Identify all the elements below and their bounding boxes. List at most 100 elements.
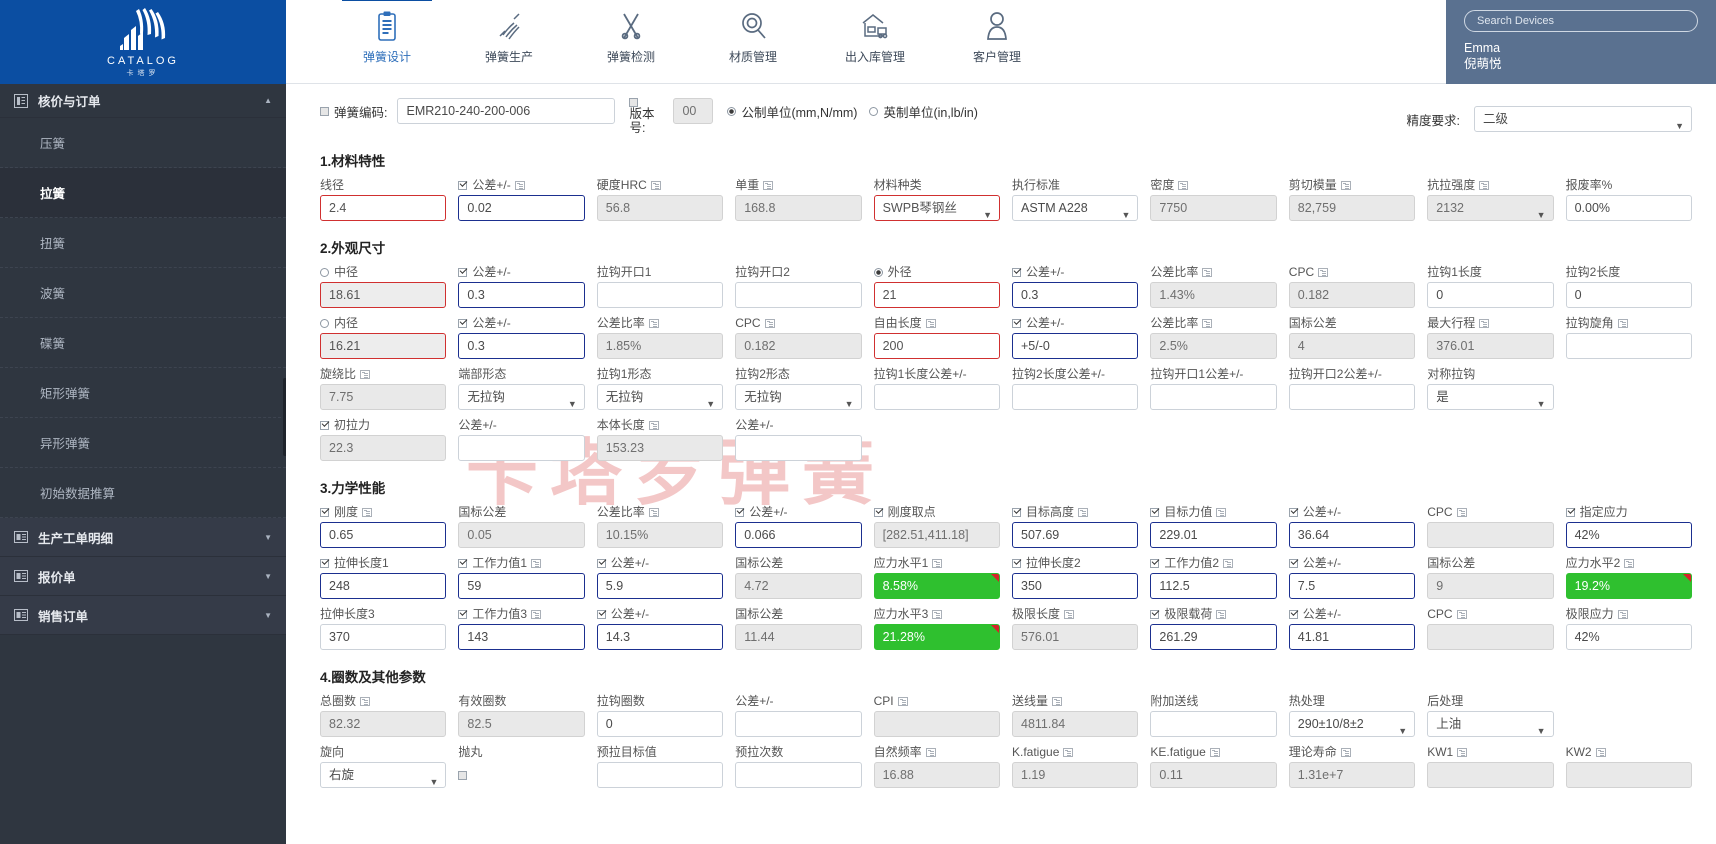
field-input[interactable]: 229.01 <box>1150 522 1277 548</box>
calc-icon[interactable] <box>764 319 775 328</box>
field-input[interactable]: 2.5% <box>1150 333 1277 359</box>
field-input[interactable]: 无拉钩 ▼ <box>735 384 862 410</box>
calc-icon[interactable] <box>531 559 542 568</box>
field-input[interactable]: 7.5 <box>1288 573 1416 599</box>
field-input[interactable]: 42% <box>1565 624 1692 650</box>
field-input[interactable]: 22.3 <box>320 435 447 461</box>
field-input[interactable]: 2.4 <box>320 195 447 221</box>
field-checkbox[interactable] <box>458 181 468 190</box>
calc-icon[interactable] <box>1064 610 1075 619</box>
field-input[interactable]: 350 <box>1012 573 1139 599</box>
calc-icon[interactable] <box>897 697 908 706</box>
field-radio[interactable] <box>873 268 883 277</box>
field-checkbox[interactable] <box>1150 610 1160 619</box>
calc-icon[interactable] <box>932 610 943 619</box>
field-input[interactable]: 4 <box>1288 333 1416 359</box>
sidebar-group-sales-order[interactable]: 销售订单 ▼ <box>0 596 286 635</box>
unit-metric-radio[interactable]: 公制单位(mm,N/mm) <box>727 98 857 124</box>
calc-icon[interactable] <box>648 508 659 517</box>
sidebar-item-initial-data[interactable]: 初始数据推算 <box>0 468 286 518</box>
field-radio[interactable] <box>320 319 329 328</box>
field-checkbox[interactable] <box>458 610 468 619</box>
calc-icon[interactable] <box>1479 181 1490 190</box>
calc-icon[interactable] <box>1479 319 1490 328</box>
field-checkbox[interactable] <box>1150 508 1160 517</box>
field-input[interactable] <box>1012 384 1139 410</box>
field-input[interactable]: 370 <box>320 624 447 650</box>
field-input[interactable]: 82.5 <box>458 711 585 737</box>
sidebar-item-bohuang[interactable]: 波簧 <box>0 268 286 318</box>
field-input[interactable]: 153.23 <box>596 435 724 461</box>
field-input[interactable]: 21 <box>873 282 1000 308</box>
field-input[interactable]: 16.21 <box>320 333 447 359</box>
calc-icon[interactable] <box>925 319 936 328</box>
field-input[interactable] <box>735 762 862 788</box>
field-input[interactable]: 261.29 <box>1150 624 1277 650</box>
field-input[interactable]: 0.11 <box>1150 762 1277 788</box>
field-checkbox[interactable] <box>320 421 329 430</box>
field-input[interactable]: 1.19 <box>1012 762 1139 788</box>
field-input[interactable]: +5/-0 <box>1012 333 1139 359</box>
field-checkbox[interactable] <box>1012 559 1021 568</box>
field-input[interactable]: 0.182 <box>735 333 862 359</box>
field-input[interactable]: 376.01 <box>1427 333 1554 359</box>
spring-code-checkbox[interactable] <box>320 106 329 116</box>
precision-select[interactable]: 二级 ▼ <box>1474 106 1692 132</box>
calc-icon[interactable] <box>1595 748 1606 757</box>
field-input[interactable]: [282.51,411.18] <box>873 522 1000 548</box>
calc-icon[interactable] <box>1178 181 1189 190</box>
field-checkbox[interactable] <box>320 559 329 568</box>
field-input[interactable]: 82.32 <box>320 711 447 737</box>
calc-icon[interactable] <box>1318 268 1329 277</box>
field-input[interactable] <box>596 282 724 308</box>
calc-icon[interactable] <box>1216 610 1227 619</box>
sidebar-item-rect-spring[interactable]: 矩形弹簧 <box>0 368 286 418</box>
calc-icon[interactable] <box>1209 748 1220 757</box>
field-input[interactable]: ASTM A228 ▼ <box>1012 195 1139 221</box>
version-input[interactable]: 00 <box>673 98 714 124</box>
calc-icon[interactable] <box>1052 697 1063 706</box>
field-input[interactable]: 7.75 <box>320 384 447 410</box>
calc-icon[interactable] <box>362 508 373 517</box>
calc-icon[interactable] <box>1078 508 1089 517</box>
field-input[interactable]: 0 <box>596 711 724 737</box>
field-checkbox[interactable] <box>596 559 606 568</box>
field-input[interactable]: 9 <box>1427 573 1554 599</box>
calc-icon[interactable] <box>1457 748 1468 757</box>
field-input[interactable] <box>1288 384 1416 410</box>
field-input[interactable]: SWPB琴钢丝 ▼ <box>873 195 1000 221</box>
field-input[interactable]: 0.066 <box>735 522 862 548</box>
calc-icon[interactable] <box>1340 748 1351 757</box>
field-input[interactable]: 21.28% <box>873 624 1000 650</box>
field-input[interactable]: 0.05 <box>458 522 585 548</box>
calc-icon[interactable] <box>1063 748 1074 757</box>
field-input[interactable] <box>596 762 724 788</box>
field-input[interactable]: 59 <box>458 573 585 599</box>
field-checkbox[interactable] <box>1565 508 1575 517</box>
field-input[interactable] <box>1565 762 1692 788</box>
calc-icon[interactable] <box>1624 559 1635 568</box>
field-input[interactable]: 0.3 <box>458 333 585 359</box>
field-input[interactable] <box>458 435 585 461</box>
calc-icon[interactable] <box>1456 610 1467 619</box>
field-input[interactable]: 5.9 <box>596 573 724 599</box>
field-checkbox[interactable] <box>735 508 745 517</box>
field-checkbox[interactable] <box>1288 559 1298 568</box>
field-input[interactable]: 576.01 <box>1012 624 1139 650</box>
field-checkbox[interactable] <box>873 508 883 517</box>
field-checkbox[interactable] <box>458 268 468 277</box>
field-input[interactable]: 1.43% <box>1150 282 1277 308</box>
field-checkbox[interactable] <box>596 610 606 619</box>
field-checkbox[interactable] <box>458 559 468 568</box>
field-input[interactable]: 0.00% <box>1565 195 1692 221</box>
tab-material-management[interactable]: 材质管理 <box>692 0 814 65</box>
field-input[interactable]: 19.2% <box>1565 573 1692 599</box>
field-input[interactable]: 36.64 <box>1288 522 1416 548</box>
field-input[interactable]: 右旋 ▼ <box>320 762 447 788</box>
sidebar-group-quotation[interactable]: 报价单 ▼ <box>0 557 286 596</box>
field-input[interactable]: 507.69 <box>1012 522 1139 548</box>
calc-icon[interactable] <box>1617 319 1628 328</box>
calc-icon[interactable] <box>1202 319 1213 328</box>
field-checkbox[interactable] <box>458 770 468 780</box>
field-input[interactable]: 0.3 <box>1012 282 1139 308</box>
